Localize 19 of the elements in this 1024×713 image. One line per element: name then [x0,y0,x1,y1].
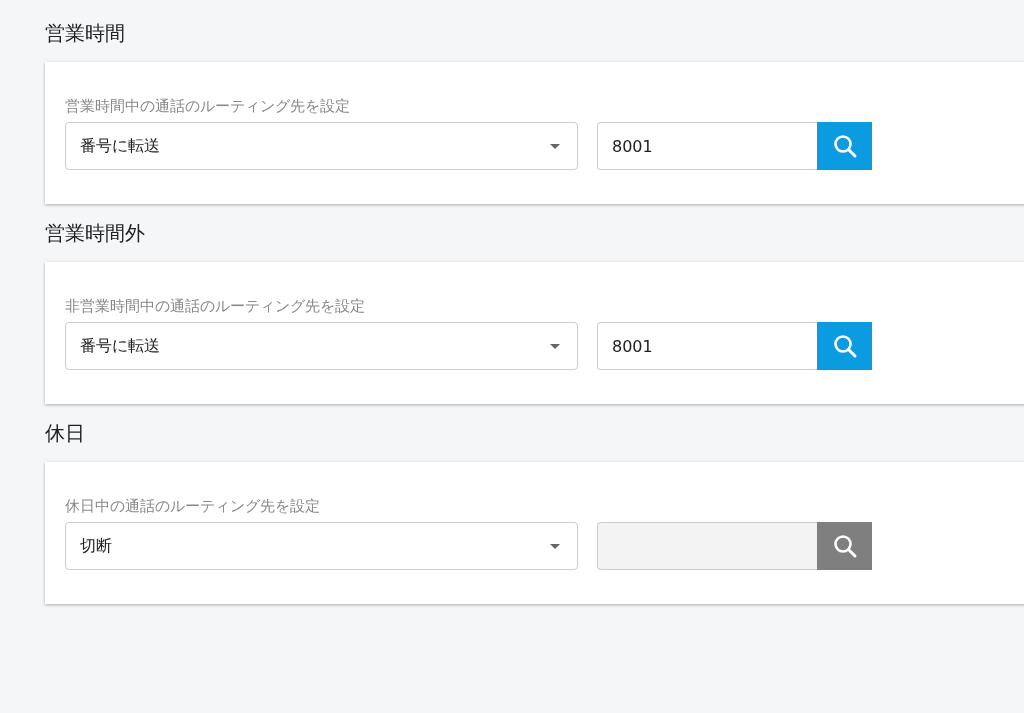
field-label: 非営業時間中の通話のルーティング先を設定 [65,296,366,316]
routing-dropdown[interactable]: 切断 [65,522,578,570]
field-label: 営業時間中の通話のルーティング先を設定 [65,96,351,116]
search-icon [831,533,858,559]
caret-icon [550,543,560,549]
search-icon [831,333,858,359]
routing-dropdown[interactable]: 番号に転送 [65,322,578,370]
caret-icon [550,143,560,149]
search-button[interactable] [817,122,872,170]
caret-icon [550,343,560,349]
search-icon [831,133,858,159]
number-input[interactable]: 8001 [597,122,817,170]
number-input[interactable]: 8001 [597,322,817,370]
search-button[interactable] [817,322,872,370]
section-heading: 営業時間外 [45,220,146,247]
section-heading: 営業時間 [45,20,126,47]
section-heading: 休日 [45,420,86,447]
routing-dropdown[interactable]: 番号に転送 [65,122,578,170]
field-label: 休日中の通話のルーティング先を設定 [65,496,321,516]
